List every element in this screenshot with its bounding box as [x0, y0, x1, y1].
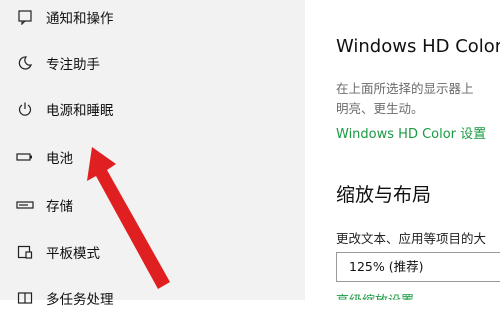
sidebar-item-label: 多任务处理	[46, 292, 114, 308]
hd-color-heading: Windows HD Color	[336, 36, 500, 57]
hd-color-description-line: 在上面所选择的显示器上	[336, 81, 474, 96]
hd-color-description-line: 明亮、更生动。	[336, 101, 424, 116]
hd-color-settings-link[interactable]: Windows HD Color 设置	[336, 123, 486, 142]
sidebar-item-focus-assist[interactable]: 专注助手	[0, 40, 305, 86]
sidebar-item-label: 专注助手	[46, 57, 100, 73]
settings-sidebar: 通知和操作 专注助手 电源和睡眠 电池 存储 平板模式 多任务处理	[0, 0, 305, 308]
multitasking-icon	[14, 287, 36, 309]
scale-dropdown-value: 125% (推荐)	[349, 259, 424, 274]
sidebar-item-tablet-mode[interactable]: 平板模式	[0, 229, 305, 275]
scale-description: 更改文本、应用等项目的大	[336, 231, 487, 246]
battery-icon	[14, 146, 36, 168]
scale-layout-heading: 缩放与布局	[336, 184, 432, 206]
sidebar-item-label: 通知和操作	[46, 11, 114, 27]
scale-dropdown[interactable]: 125% (推荐)	[336, 252, 500, 282]
sidebar-item-multitasking[interactable]: 多任务处理	[0, 275, 305, 321]
sidebar-item-power-sleep[interactable]: 电源和睡眠	[0, 86, 305, 132]
power-icon	[14, 98, 36, 120]
tablet-mode-icon	[14, 241, 36, 263]
notification-icon	[14, 6, 36, 28]
sidebar-item-storage[interactable]: 存储	[0, 182, 305, 228]
storage-icon	[14, 194, 36, 216]
hd-color-description: 在上面所选择的显示器上 明亮、更生动。	[336, 79, 500, 119]
sidebar-item-label: 平板模式	[46, 246, 100, 262]
settings-main-panel: Windows HD Color 在上面所选择的显示器上 明亮、更生动。 Win…	[305, 0, 500, 300]
sidebar-item-label: 存储	[46, 199, 73, 215]
advanced-scaling-link[interactable]: 高级缩放设置	[336, 290, 414, 300]
sidebar-item-label: 电池	[46, 151, 73, 167]
sidebar-item-battery[interactable]: 电池	[0, 134, 305, 180]
sidebar-item-notifications[interactable]: 通知和操作	[0, 0, 305, 40]
moon-icon	[14, 52, 36, 74]
sidebar-item-label: 电源和睡眠	[46, 103, 114, 119]
